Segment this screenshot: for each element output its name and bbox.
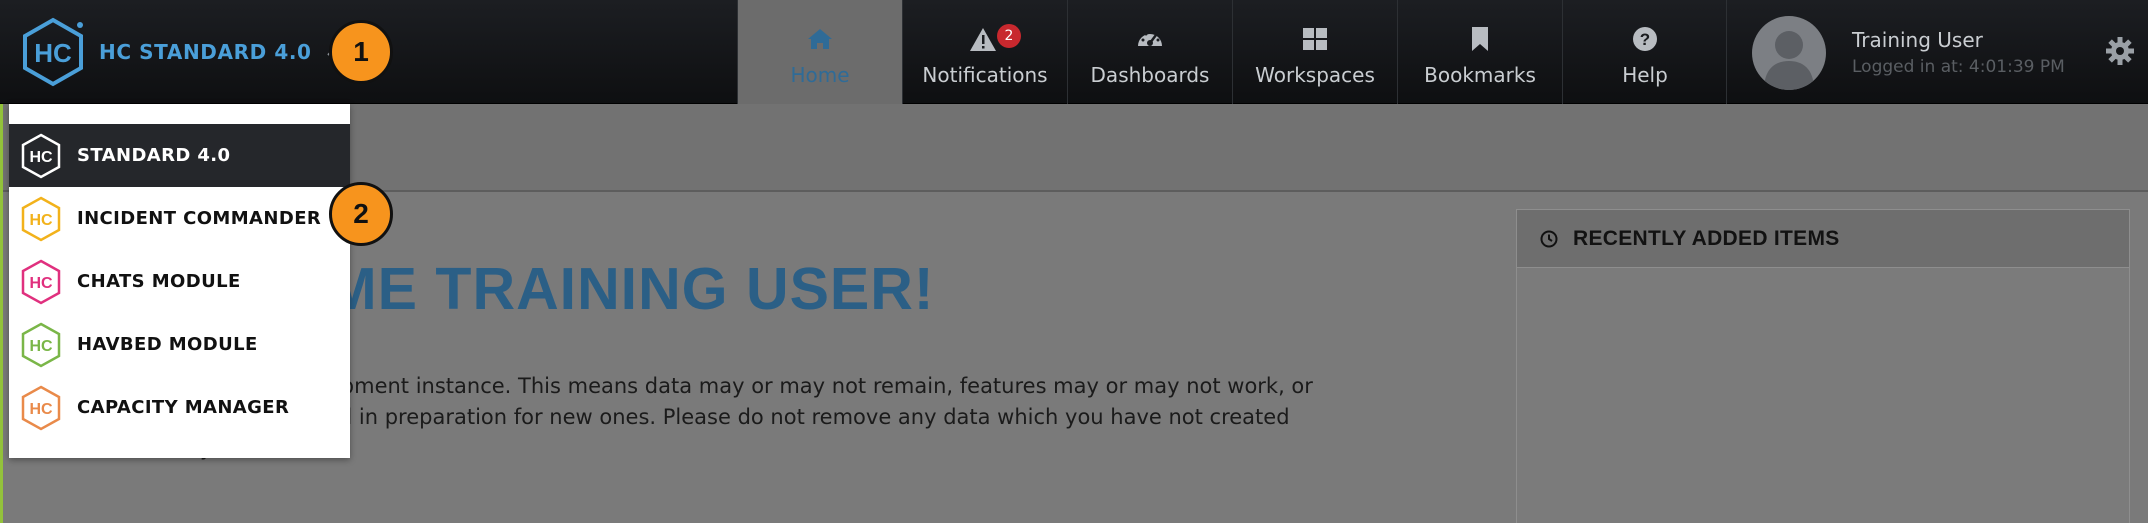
svg-text:HC: HC <box>29 275 53 292</box>
nav-home-label: Home <box>790 63 850 87</box>
svg-text:HC: HC <box>29 149 53 166</box>
module-item-chats[interactable]: HC CHATS MODULE <box>9 250 350 313</box>
grid-icon <box>1303 28 1327 50</box>
help-icon: ? <box>1633 27 1657 51</box>
nav-workspaces[interactable]: Workspaces <box>1232 0 1397 104</box>
svg-text:HC: HC <box>34 38 72 68</box>
welcome-line-1: active development instance. This means … <box>200 374 1313 398</box>
module-label: CAPACITY MANAGER <box>77 397 290 418</box>
module-title: HC STANDARD 4.0 <box>99 40 312 64</box>
welcome-message: active development instance. This means … <box>200 371 1472 464</box>
svg-text:HC: HC <box>29 212 53 229</box>
module-label: CHATS MODULE <box>77 271 241 292</box>
callout-1: 1 <box>329 20 393 84</box>
module-label: HAVBED MODULE <box>77 334 258 355</box>
nav-dashboards[interactable]: Dashboards <box>1067 0 1232 104</box>
hc-logo-icon: HC <box>21 196 61 241</box>
hc-logo-icon: HC <box>21 322 61 367</box>
recently-added-panel: RECENTLY ADDED ITEMS <box>1516 209 2130 523</box>
nav-dashboards-label: Dashboards <box>1090 63 1210 87</box>
home-icon <box>808 29 832 49</box>
module-item-incident-commander[interactable]: HC INCIDENT COMMANDER <box>9 187 350 250</box>
user-panel: Training User Logged in at: 4:01:39 PM <box>1726 0 2148 104</box>
module-dropdown: HC STANDARD 4.0 HC INCIDENT COMMANDER HC… <box>9 104 350 458</box>
module-switcher-toggle[interactable]: HC HC STANDARD 4.0 <box>20 17 344 87</box>
welcome-line-2: been removed in preparation for new ones… <box>200 405 1290 429</box>
svg-text:HC: HC <box>29 401 53 418</box>
nav-home[interactable]: Home <box>737 0 902 104</box>
callout-2: 2 <box>329 182 393 246</box>
module-label: INCIDENT COMMANDER <box>77 208 322 229</box>
user-name: Training User <box>1852 28 1983 52</box>
svg-text:?: ? <box>1640 30 1650 49</box>
welcome-line-3: y <box>200 433 1472 464</box>
module-label: STANDARD 4.0 <box>77 145 231 166</box>
nav-bookmarks-label: Bookmarks <box>1424 63 1536 87</box>
bookmark-icon <box>1472 27 1488 51</box>
module-item-capacity-manager[interactable]: HC CAPACITY MANAGER <box>9 376 350 439</box>
main-nav: Home 2 Notifications Dashboards Workspac… <box>737 0 1727 104</box>
module-item-standard[interactable]: HC STANDARD 4.0 <box>9 124 350 187</box>
nav-notifications-label: Notifications <box>922 63 1048 87</box>
module-item-havbed[interactable]: HC HAVBED MODULE <box>9 313 350 376</box>
nav-workspaces-label: Workspaces <box>1255 63 1375 87</box>
nav-help[interactable]: ? Help <box>1562 0 1727 104</box>
hc-logo-icon: HC <box>21 385 61 430</box>
nav-notifications[interactable]: 2 Notifications <box>902 0 1067 104</box>
left-accent-bar <box>0 104 3 523</box>
login-time: Logged in at: 4:01:39 PM <box>1852 57 2065 77</box>
gear-icon[interactable] <box>2104 35 2136 67</box>
recently-added-title: RECENTLY ADDED ITEMS <box>1573 226 1840 250</box>
svg-text:HC: HC <box>29 338 53 355</box>
recently-added-header: RECENTLY ADDED ITEMS <box>1517 210 2129 268</box>
hc-logo-icon: HC <box>21 133 61 178</box>
top-navigation-bar: HC HC STANDARD 4.0 Home 2 Notifications <box>0 0 2148 104</box>
hc-logo-icon: HC <box>23 17 83 87</box>
notification-badge: 2 <box>997 24 1021 48</box>
hc-logo-icon: HC <box>21 259 61 304</box>
dashboard-icon <box>1138 30 1162 46</box>
avatar[interactable] <box>1752 16 1826 90</box>
warning-icon <box>970 28 996 51</box>
nav-bookmarks[interactable]: Bookmarks <box>1397 0 1562 104</box>
clock-icon <box>1540 230 1558 247</box>
user-silhouette-icon <box>1764 31 1814 90</box>
nav-help-label: Help <box>1622 63 1668 87</box>
